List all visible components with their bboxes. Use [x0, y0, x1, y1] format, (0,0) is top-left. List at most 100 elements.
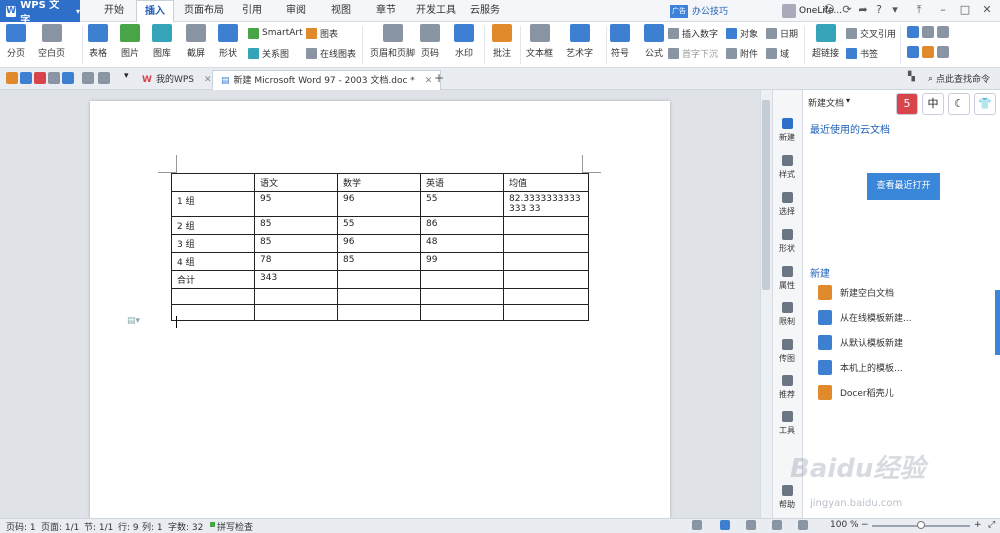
bookmark-button[interactable]: 书签 [846, 46, 878, 60]
screenshot-button[interactable]: 截屏 [186, 24, 206, 59]
table-cell[interactable]: 96 [337, 234, 421, 253]
close-icon[interactable]: ✕ [204, 70, 212, 90]
smartart-button[interactable]: SmartArt [248, 26, 303, 40]
table-cell[interactable]: 96 [337, 191, 421, 217]
table-cell[interactable] [503, 288, 589, 305]
table-cell[interactable]: 数学 [337, 173, 421, 192]
save-icon[interactable] [20, 72, 32, 84]
settings-icon[interactable] [937, 26, 949, 38]
table-cell[interactable]: 85 [254, 216, 338, 235]
view-recent-button[interactable]: 查看最近打开 [867, 173, 940, 200]
table-cell[interactable] [420, 304, 504, 321]
reading-view-icon[interactable] [798, 520, 808, 530]
table-cell[interactable] [420, 270, 504, 289]
attachment-button[interactable]: 附件 [726, 46, 758, 60]
tab-8[interactable]: 云服务 [462, 0, 508, 22]
panel-collapse-handle[interactable] [995, 290, 1000, 355]
upload-icon[interactable]: ⤒ [912, 3, 926, 17]
fullscreen-icon[interactable] [692, 520, 702, 530]
formula-button[interactable]: 公式 [644, 24, 664, 59]
relation-chart-button[interactable]: 关系图 [248, 46, 289, 60]
open-folder-icon[interactable] [6, 72, 18, 84]
table-cell[interactable] [503, 304, 589, 321]
tab-6[interactable]: 章节 [368, 0, 404, 22]
table-cell[interactable]: 86 [420, 216, 504, 235]
table-cell[interactable] [254, 304, 338, 321]
command-search[interactable]: ⌕ 点此查找命令 [928, 72, 990, 86]
fit-icon[interactable]: ⤢ [988, 520, 995, 530]
object-button[interactable]: 对象 [726, 26, 758, 40]
gallery-button[interactable]: 图库 [152, 24, 172, 59]
shapes-button[interactable]: 形状 [218, 24, 238, 59]
table-cell[interactable]: 82.3333333333333 33 [503, 191, 589, 217]
zoom-out-icon[interactable]: − [861, 520, 869, 530]
share-icon[interactable]: ➦ [856, 3, 870, 17]
outline-view-icon[interactable] [746, 520, 756, 530]
table-cell[interactable] [254, 288, 338, 305]
strip-item-2[interactable]: 选择 [772, 192, 802, 217]
tab-4[interactable]: 审阅 [278, 0, 314, 22]
strip-item-0[interactable]: 新建 [772, 118, 802, 143]
date-button[interactable]: 日期 [766, 26, 798, 40]
preview-icon[interactable] [62, 72, 74, 84]
table-cell[interactable] [337, 304, 421, 321]
textbox-button[interactable]: 文本框 [526, 24, 553, 59]
table-cell[interactable] [171, 173, 255, 192]
picture-button[interactable]: 图片 [120, 24, 140, 59]
table-cell[interactable]: 99 [420, 252, 504, 271]
chevron-down-icon[interactable]: ▾ [888, 3, 902, 17]
wordart-button[interactable]: 艺术字 [566, 24, 593, 59]
comment-button[interactable]: 批注 [492, 24, 512, 59]
layout-icon[interactable] [922, 26, 934, 38]
app-menu-button[interactable]: W WPS 文字 ▾ [0, 0, 80, 26]
recent-cloud-docs-link[interactable]: 最近使用的云文档 [810, 121, 890, 136]
table-cell[interactable] [420, 288, 504, 305]
table-cell[interactable]: 2 组 [171, 216, 255, 235]
zoom-level[interactable]: 100 % [830, 520, 859, 530]
tab-my-wps[interactable]: W 我的WPS ✕ [134, 70, 220, 90]
ime-logo-icon[interactable]: 5 [896, 93, 918, 115]
scrollbar-thumb[interactable] [762, 100, 770, 290]
minimize-icon[interactable]: – [936, 3, 950, 17]
chevron-down-icon[interactable]: ▾ [124, 71, 129, 81]
pencil-icon[interactable] [922, 46, 934, 58]
table-cell[interactable]: 55 [337, 216, 421, 235]
drop-cap-button[interactable]: 首字下沉 [668, 46, 718, 60]
watermark-button[interactable]: 水印 [454, 24, 474, 59]
strip-item-3[interactable]: 形状 [772, 229, 802, 254]
table-cell[interactable] [503, 216, 589, 235]
online-chart-button[interactable]: 在线图表 [306, 46, 356, 60]
view-icon[interactable] [907, 26, 919, 38]
web-view-icon[interactable] [772, 520, 782, 530]
header-footer-button[interactable]: 页眉和页脚 [370, 24, 415, 59]
maximize-icon[interactable]: □ [958, 3, 972, 17]
document-table[interactable]: 语文 数学 英语 均值 1 组 95 96 55 82.3333333333333 33 2 组8… [171, 173, 589, 321]
new-blank-doc-item[interactable]: 新建空白文档 [818, 285, 894, 300]
table-cell[interactable] [337, 270, 421, 289]
table-cell[interactable] [503, 234, 589, 253]
spell-check-toggle[interactable]: 拼写检查 [217, 520, 253, 533]
ime-chinese-icon[interactable]: 中 [922, 93, 944, 115]
strip-item-5[interactable]: 限制 [772, 302, 802, 327]
table-cell[interactable]: 85 [337, 252, 421, 271]
close-icon[interactable]: ✕ [980, 3, 994, 17]
redo-icon[interactable] [98, 72, 110, 84]
undo-icon[interactable] [82, 72, 94, 84]
table-cell[interactable] [171, 304, 255, 321]
office-tips-link[interactable]: 办公技巧 [692, 4, 728, 17]
table-cell[interactable]: 语文 [254, 173, 338, 192]
table-cell[interactable]: 95 [254, 191, 338, 217]
strip-item-8[interactable]: 工具 [772, 411, 802, 436]
page-break-button[interactable]: 分页 [6, 24, 26, 59]
strip-item-7[interactable]: 推荐 [772, 375, 802, 400]
page-number-button[interactable]: 页码 [420, 24, 440, 59]
strip-item-4[interactable]: 属性 [772, 266, 802, 291]
tab-2[interactable]: 页面布局 [176, 0, 232, 22]
zoom-slider-knob[interactable] [917, 521, 925, 529]
paragraph-handle-icon[interactable]: ▤▾ [127, 316, 140, 326]
help-icon[interactable]: ? [872, 3, 886, 17]
docer-item[interactable]: Docer稻壳儿 [818, 385, 894, 400]
lock-icon[interactable] [937, 46, 949, 58]
tab-document[interactable]: ▤ 新建 Microsoft Word 97 - 2003 文档.doc * ✕ [212, 70, 442, 90]
shirt-icon[interactable]: 👕 [974, 93, 996, 115]
